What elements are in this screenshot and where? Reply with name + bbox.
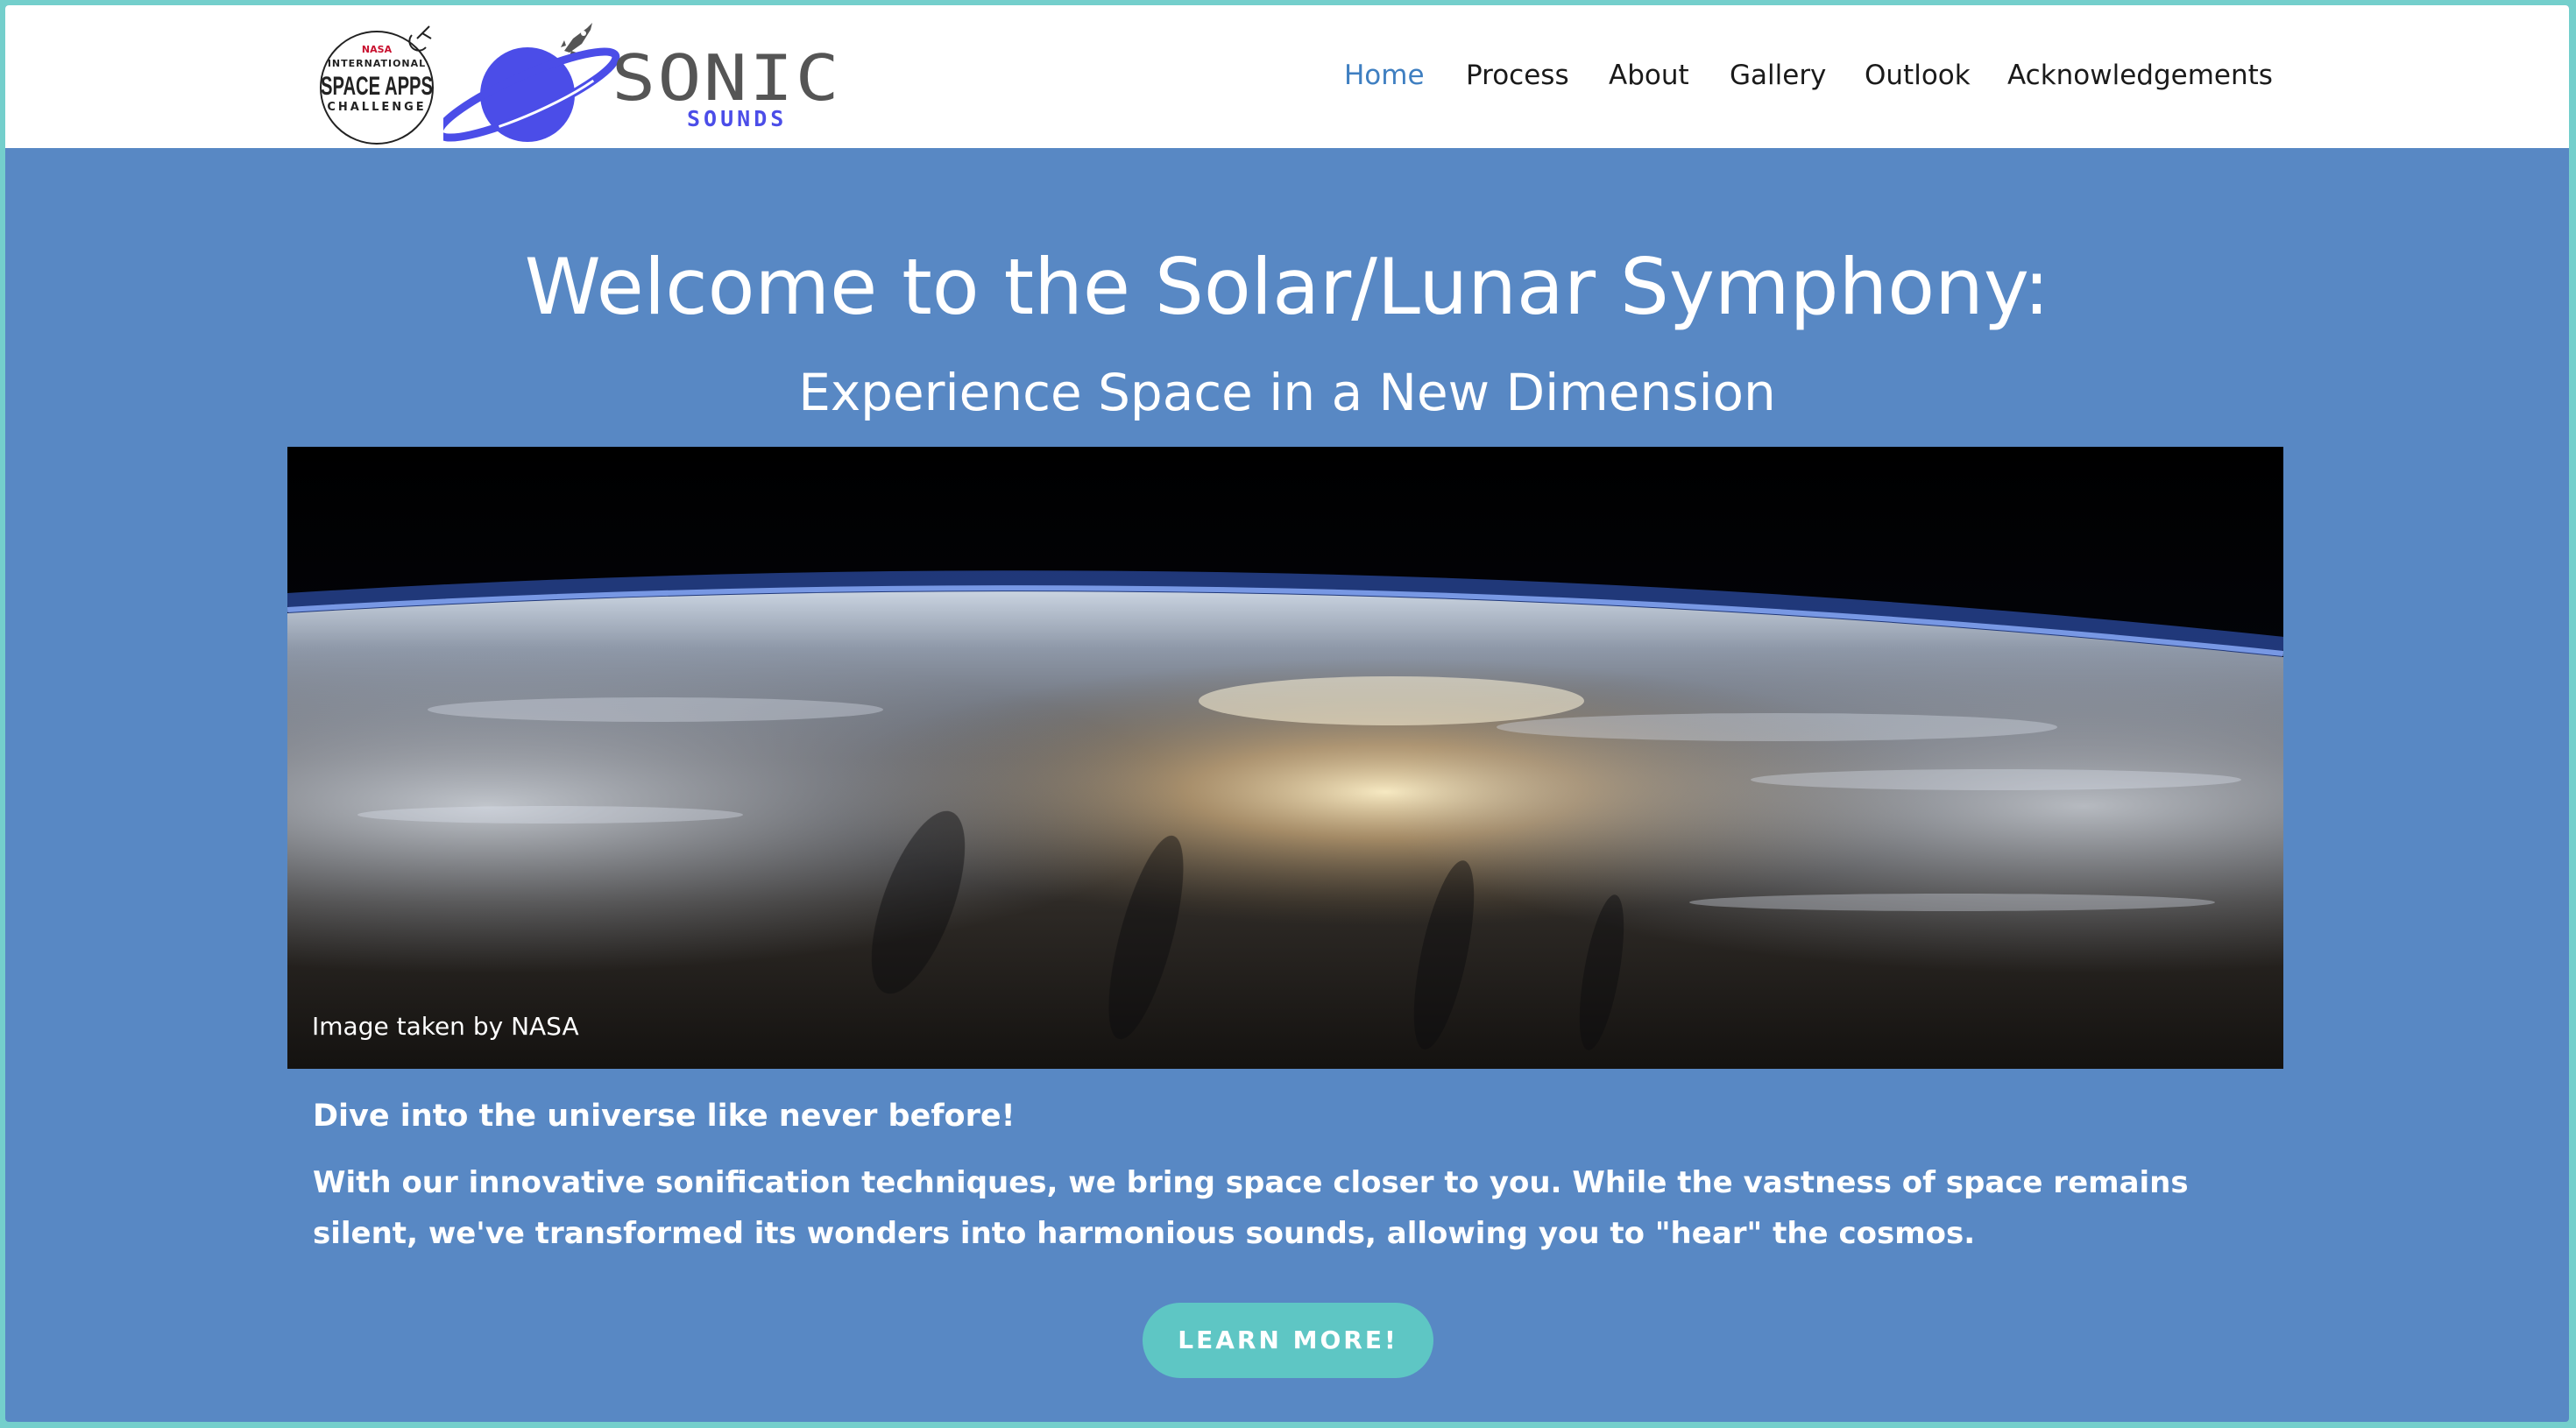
site-header: NASA INTERNATIONAL SPACE APPS CHALLENGE … (5, 5, 2569, 148)
hero-title: Welcome to the Solar/Lunar Symphony: (524, 242, 2050, 332)
nav-home[interactable]: Home (1344, 60, 1425, 91)
nav-outlook[interactable]: Outlook (1865, 60, 1971, 91)
hero-subtitle: Experience Space in a New Dimension (798, 363, 1776, 422)
nav-process[interactable]: Process (1466, 60, 1569, 91)
nav-gallery[interactable]: Gallery (1730, 60, 1826, 91)
main-nav: Home Process About Gallery Outlook Ackno… (5, 60, 2569, 103)
svg-text:NASA: NASA (362, 44, 393, 55)
image-caption: Image taken by NASA (312, 1012, 579, 1041)
nav-acknowledgements[interactable]: Acknowledgements (2007, 60, 2273, 91)
learn-more-button[interactable]: LEARN MORE! (1143, 1303, 1433, 1378)
intro-lead: Dive into the universe like never before… (313, 1099, 1016, 1134)
earth-from-space-image: Image taken by NASA (287, 447, 2283, 1069)
intro-body: With our innovative sonification techniq… (313, 1165, 2189, 1251)
earth-illustration (287, 447, 2283, 1069)
nav-about[interactable]: About (1609, 60, 1689, 91)
svg-text:SOUNDS: SOUNDS (687, 106, 787, 131)
browser-viewport: NASA INTERNATIONAL SPACE APPS CHALLENGE … (5, 5, 2569, 1422)
